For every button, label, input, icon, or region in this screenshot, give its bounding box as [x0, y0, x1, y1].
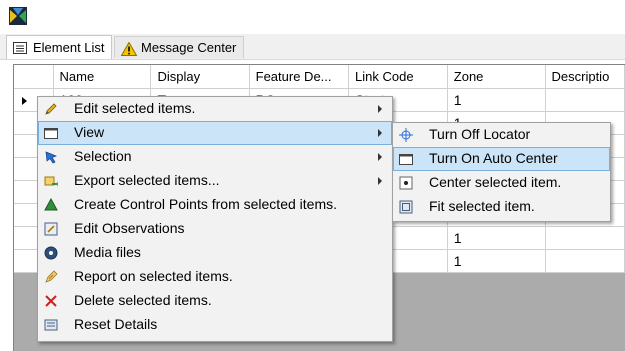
column-header[interactable]: Zone	[447, 65, 546, 89]
menu-item-view[interactable]: View	[38, 121, 392, 145]
table-cell[interactable]: 1	[447, 226, 546, 250]
crosshair-icon	[399, 128, 413, 142]
menu-item-label: Turn On Auto Center	[429, 150, 558, 166]
menu-item-label: View	[74, 124, 105, 140]
menu-item-label: Turn Off Locator	[429, 126, 531, 142]
column-header[interactable]: Descriptio	[545, 65, 625, 89]
view-submenu: Turn Off Locator Turn On Auto Center Cen…	[392, 122, 611, 222]
tab-message-center-label: Message Center	[141, 40, 237, 55]
menu-item-label: Create Control Points from selected item…	[74, 196, 337, 212]
table-cell[interactable]	[545, 226, 625, 250]
column-header[interactable]: Name	[53, 65, 152, 89]
list-icon	[13, 41, 27, 54]
menu-item-label: Report on selected items.	[74, 268, 233, 284]
menu-item-delete[interactable]: Delete selected items.	[38, 289, 392, 313]
menu-item-edit-selected[interactable]: Edit selected items.	[38, 97, 392, 121]
media-disc-icon	[44, 246, 58, 260]
current-row-arrow-icon	[22, 96, 27, 105]
submenu-arrow-icon	[378, 177, 382, 185]
warning-icon	[120, 40, 138, 56]
menu-item-label: Media files	[74, 244, 141, 260]
menu-item-label: Fit selected item.	[429, 198, 535, 214]
table-header-row: Name Display Feature De... Link Code Zon…	[14, 65, 625, 89]
report-icon	[44, 270, 58, 284]
menu-item-create-control-points[interactable]: Create Control Points from selected item…	[38, 193, 392, 217]
menu-item-turn-on-auto-center[interactable]: Turn On Auto Center	[393, 147, 610, 171]
table-cell[interactable]: 1	[447, 249, 546, 273]
control-point-icon	[44, 197, 58, 212]
table-cell[interactable]	[545, 88, 625, 112]
tab-strip: Element List Message Center	[0, 34, 625, 60]
delete-x-icon	[44, 294, 58, 308]
menu-item-label: Edit selected items.	[74, 100, 196, 116]
tab-element-list[interactable]: Element List	[6, 35, 112, 59]
export-icon	[44, 174, 58, 188]
app-logo-icon	[8, 6, 28, 26]
fit-icon	[399, 200, 413, 214]
menu-item-report[interactable]: Report on selected items.	[38, 265, 392, 289]
menu-item-media-files[interactable]: Media files	[38, 241, 392, 265]
menu-item-export[interactable]: Export selected items...	[38, 169, 392, 193]
menu-item-center-selected[interactable]: Center selected item.	[393, 171, 610, 195]
submenu-arrow-icon	[378, 105, 382, 113]
column-header[interactable]: Feature De...	[249, 65, 350, 89]
menu-item-label: Edit Observations	[74, 220, 185, 236]
tab-element-list-label: Element List	[33, 40, 105, 55]
menu-item-label: Delete selected items.	[74, 292, 212, 308]
window-icon	[399, 152, 413, 166]
table-cell[interactable]	[545, 249, 625, 273]
column-header[interactable]: Display	[150, 65, 250, 89]
menu-item-fit-selected[interactable]: Fit selected item.	[393, 195, 610, 219]
cursor-arrow-icon	[44, 150, 58, 164]
menu-item-edit-observations[interactable]: Edit Observations	[38, 217, 392, 241]
menu-item-label: Selection	[74, 148, 132, 164]
context-menu: Edit selected items. View Selection Expo…	[37, 96, 393, 342]
reset-icon	[44, 318, 58, 332]
window-icon	[44, 126, 58, 140]
edit-observations-icon	[44, 222, 58, 236]
submenu-arrow-icon	[378, 129, 382, 137]
menu-item-reset-details[interactable]: Reset Details	[38, 313, 392, 337]
row-header-corner	[14, 65, 54, 89]
menu-item-label: Export selected items...	[74, 172, 220, 188]
window-title-bar	[0, 0, 625, 34]
menu-item-turn-off-locator[interactable]: Turn Off Locator	[393, 123, 610, 147]
center-dot-icon	[399, 176, 413, 190]
menu-item-label: Center selected item.	[429, 174, 562, 190]
menu-item-selection[interactable]: Selection	[38, 145, 392, 169]
tab-message-center[interactable]: Message Center	[114, 36, 244, 58]
menu-item-label: Reset Details	[74, 316, 158, 332]
submenu-arrow-icon	[378, 153, 382, 161]
table-cell[interactable]: 1	[447, 88, 546, 112]
column-header[interactable]: Link Code	[348, 65, 448, 89]
pencil-icon	[44, 102, 58, 116]
